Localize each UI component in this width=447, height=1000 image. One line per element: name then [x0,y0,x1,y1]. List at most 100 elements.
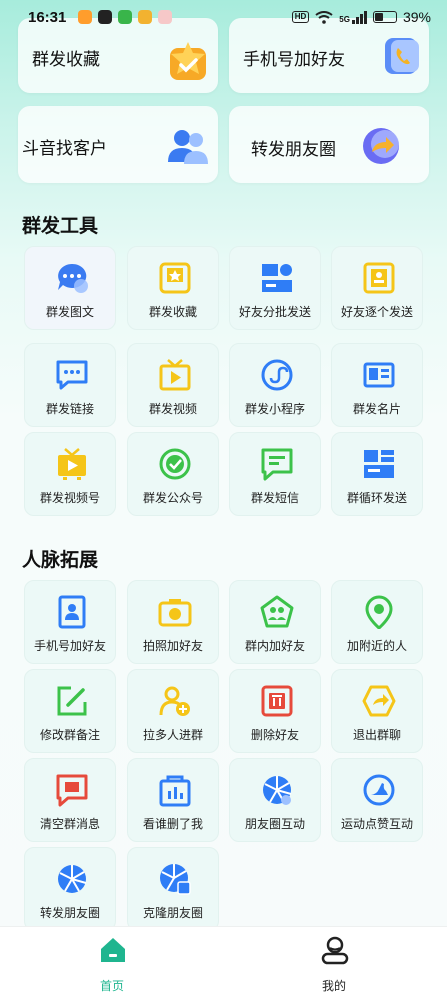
tile-group-link[interactable]: 群发链接 [24,343,116,427]
app-notification-icon [98,10,113,24]
share-circle-icon [363,128,399,164]
app-notification-icon [158,10,173,24]
moments-interact-icon [263,776,292,805]
tile-label: 手机号加好友 [33,639,106,653]
battery-percent: 39% [402,9,431,25]
location-pin-icon [365,595,393,629]
loop-send-icon [364,450,394,478]
camera-icon [158,599,192,627]
tile-moments-interaction[interactable]: 朋友圈互动 [229,758,321,842]
tile-label: 群内加好友 [244,639,305,653]
tile-add-multiple-to-group[interactable]: 拉多人进群 [127,669,219,753]
battery-icon [372,11,397,23]
tile-label: 清空群消息 [39,817,100,831]
sports-like-icon [363,774,395,806]
tile-label: 克隆朋友圈 [142,906,203,920]
edit-icon [57,686,87,716]
top-card-forward-moments[interactable]: 转发朋友圈 [229,106,429,183]
check-deleted-icon [159,775,191,807]
clone-moments-icon [160,864,191,895]
tile-label: 朋友圈互动 [244,817,305,831]
profile-icon [321,936,349,965]
mini-program-icon [261,359,293,391]
signal-label: 5G [339,14,350,24]
users-icon [168,130,208,164]
nav-label-profile: 我的 [321,979,346,993]
tile-delete-friend[interactable]: 删除好友 [229,669,321,753]
tile-group-favorites[interactable]: 群发收藏 [127,246,219,330]
tile-group-mini-program[interactable]: 群发小程序 [229,343,321,427]
tile-label: 群发短信 [250,491,299,505]
add-members-icon [159,686,190,716]
tile-clone-moments[interactable]: 克隆朋友圈 [127,847,219,931]
top-card-label: 斗音找客户 [22,139,107,159]
section-title-network-expansion: 人脉拓展 [22,549,99,571]
tile-group-official-account[interactable]: 群发公众号 [127,432,219,516]
tile-group-add-friend[interactable]: 群内加好友 [229,580,321,664]
sms-icon [261,448,293,481]
tile-group-loop-send[interactable]: 群循环发送 [331,432,423,516]
nav-item-home[interactable]: 首页 [52,927,172,1000]
phone-book-icon [385,38,419,74]
tile-who-deleted-me[interactable]: 看谁删了我 [127,758,219,842]
chat-bubble-icon [58,263,88,293]
tile-friends-one-by-one[interactable]: 好友逐个发送 [331,246,423,330]
tile-label: 修改群备注 [39,728,100,742]
star-box-icon [159,262,191,294]
tile-clear-group-messages[interactable]: 清空群消息 [24,758,116,842]
app-notification-icon [78,10,93,24]
tile-label: 群循环发送 [346,491,407,505]
tile-label: 拉多人进群 [142,728,203,742]
tile-add-nearby[interactable]: 加附近的人 [331,580,423,664]
app-notification-icon [138,10,153,24]
tv-play-icon [159,359,191,391]
phone-contact-icon [58,595,86,629]
section-title-group-tools: 群发工具 [22,215,99,237]
tile-label: 群发视频 [148,402,197,416]
tile-label: 加附近的人 [346,639,407,653]
delete-icon [261,685,293,717]
top-card-label: 转发朋友圈 [251,140,336,160]
exit-group-icon [362,685,396,717]
tile-friends-batch-send[interactable]: 好友分批发送 [229,246,321,330]
star-folder-icon [170,42,206,80]
top-card-douyin-customers[interactable]: 斗音找客户 [18,106,218,183]
status-bar: 16:31 HD 5G 39% [0,0,447,34]
signal-icon: 5G [339,10,367,24]
clear-messages-icon [56,774,88,807]
tile-sports-like-interaction[interactable]: 运动点赞互动 [331,758,423,842]
batch-send-icon [262,264,292,292]
tile-group-video[interactable]: 群发视频 [127,343,219,427]
bottom-nav: 首页 我的 [0,926,447,1000]
tile-group-business-card[interactable]: 群发名片 [331,343,423,427]
tile-photo-add-friend[interactable]: 拍照加好友 [127,580,219,664]
hd-badge: HD [291,11,310,23]
tile-phone-add-friend[interactable]: 手机号加好友 [24,580,116,664]
tile-label: 好友分批发送 [238,305,311,319]
nav-label-home: 首页 [99,979,124,993]
tile-forward-moments[interactable]: 转发朋友圈 [24,847,116,931]
official-account-icon [159,448,191,480]
app-notification-icon [118,10,133,24]
forward-moments-icon [58,865,87,893]
tile-label: 群发收藏 [148,305,197,319]
contact-card-icon [363,262,395,294]
tile-label: 群发图文 [45,305,94,319]
tile-label: 群发名片 [352,402,401,416]
tile-label: 运动点赞互动 [340,817,413,831]
wifi-icon [315,10,333,24]
tile-label: 转发朋友圈 [39,906,100,920]
tile-label: 群发小程序 [244,402,305,416]
nav-item-profile[interactable]: 我的 [274,927,394,1000]
tile-exit-group-chat[interactable]: 退出群聊 [331,669,423,753]
tile-label: 群发链接 [45,402,94,416]
tile-group-video-channel[interactable]: 群发视频号 [24,432,116,516]
tile-group-sms[interactable]: 群发短信 [229,432,321,516]
tile-label: 看谁删了我 [142,817,203,831]
group-add-icon [260,595,294,628]
video-channel-icon [58,448,86,480]
tile-edit-group-remark[interactable]: 修改群备注 [24,669,116,753]
tile-label: 群发公众号 [142,491,203,505]
business-card-icon [363,362,395,388]
tile-group-image-text[interactable]: 群发图文 [24,246,116,330]
